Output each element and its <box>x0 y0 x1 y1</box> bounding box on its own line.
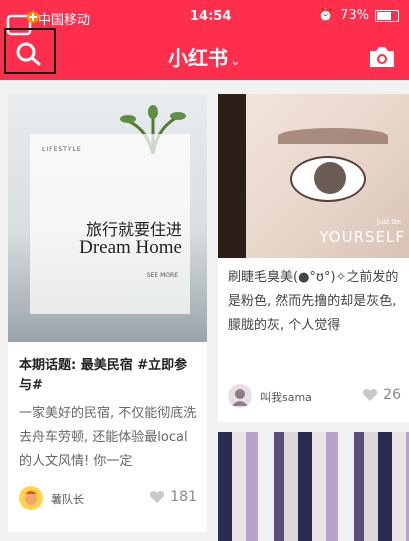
app-title-dropdown[interactable]: 小红书 ⌄ <box>0 42 409 71</box>
note-cover-image <box>218 432 409 541</box>
poster-tag: Just Be <box>376 218 401 226</box>
battery-icon <box>375 9 399 22</box>
battery-percent: 73% <box>340 8 369 23</box>
like-button[interactable]: 26 <box>362 387 401 403</box>
heart-icon <box>363 388 378 401</box>
note-description: 一家美好的民宿, 不仅能彻底洗去舟车劳顿, 还能体验最local的人文风情! 你… <box>19 406 197 469</box>
feed-card[interactable] <box>218 432 409 541</box>
note-description: 刷睫毛臭美(●°ʊ°)✧之前发的是粉色, 然而先撸的却是灰色, 朦胧的灰, 个人… <box>228 270 399 333</box>
like-count: 26 <box>383 387 401 403</box>
eyebrow-shape <box>278 128 388 144</box>
feed-card[interactable]: LIFESTYLE 旅行就要住进 Dream Home SEE MORE 本期话… <box>8 94 207 532</box>
like-button[interactable]: 181 <box>149 489 197 505</box>
like-count: 181 <box>170 489 197 505</box>
note-title: 本期话题: 最美民宿 #立即参与# <box>19 358 188 393</box>
author-name[interactable]: 叫我sama <box>260 389 312 405</box>
search-button[interactable] <box>4 28 56 74</box>
status-right-group: ⏰ 73% <box>318 8 399 23</box>
status-time: 14:54 <box>190 9 232 24</box>
alarm-icon: ⏰ <box>317 8 335 23</box>
heart-icon <box>150 490 165 503</box>
poster-title-en: Dream Home <box>79 237 182 258</box>
app-title: 小红书 <box>168 46 229 70</box>
poster-tag: LIFESTYLE <box>42 146 82 153</box>
chevron-down-icon: ⌄ <box>230 54 241 69</box>
note-author-row: 薯队长 181 <box>19 486 199 510</box>
cover-poster: LIFESTYLE 旅行就要住进 Dream Home SEE MORE <box>30 134 190 314</box>
feed-card[interactable]: Just Be YOURSELF 刷睫毛臭美(●°ʊ°)✧之前发的是粉色, 然而… <box>218 94 409 422</box>
top-navbar: 小红书 ⌄ <box>0 34 409 80</box>
status-bar: 中国移动 14:54 ⏰ 73% <box>0 0 409 34</box>
eye-shape <box>290 156 366 202</box>
avatar[interactable] <box>19 486 43 510</box>
iris-shape <box>314 162 346 194</box>
camera-icon[interactable] <box>367 44 397 70</box>
note-cover-image: Just Be YOURSELF <box>218 94 409 258</box>
author-name[interactable]: 薯队长 <box>51 491 84 507</box>
poster-see-more: SEE MORE <box>146 272 178 279</box>
carrier-label: 中国移动 <box>38 13 91 28</box>
note-author-row: 叫我sama 26 <box>228 384 403 408</box>
avatar[interactable] <box>228 384 252 408</box>
search-icon <box>16 42 41 66</box>
note-cover-image: LIFESTYLE 旅行就要住进 Dream Home SEE MORE <box>8 94 207 342</box>
hair-shape <box>218 94 246 258</box>
poster-title-en: YOURSELF <box>319 228 405 246</box>
